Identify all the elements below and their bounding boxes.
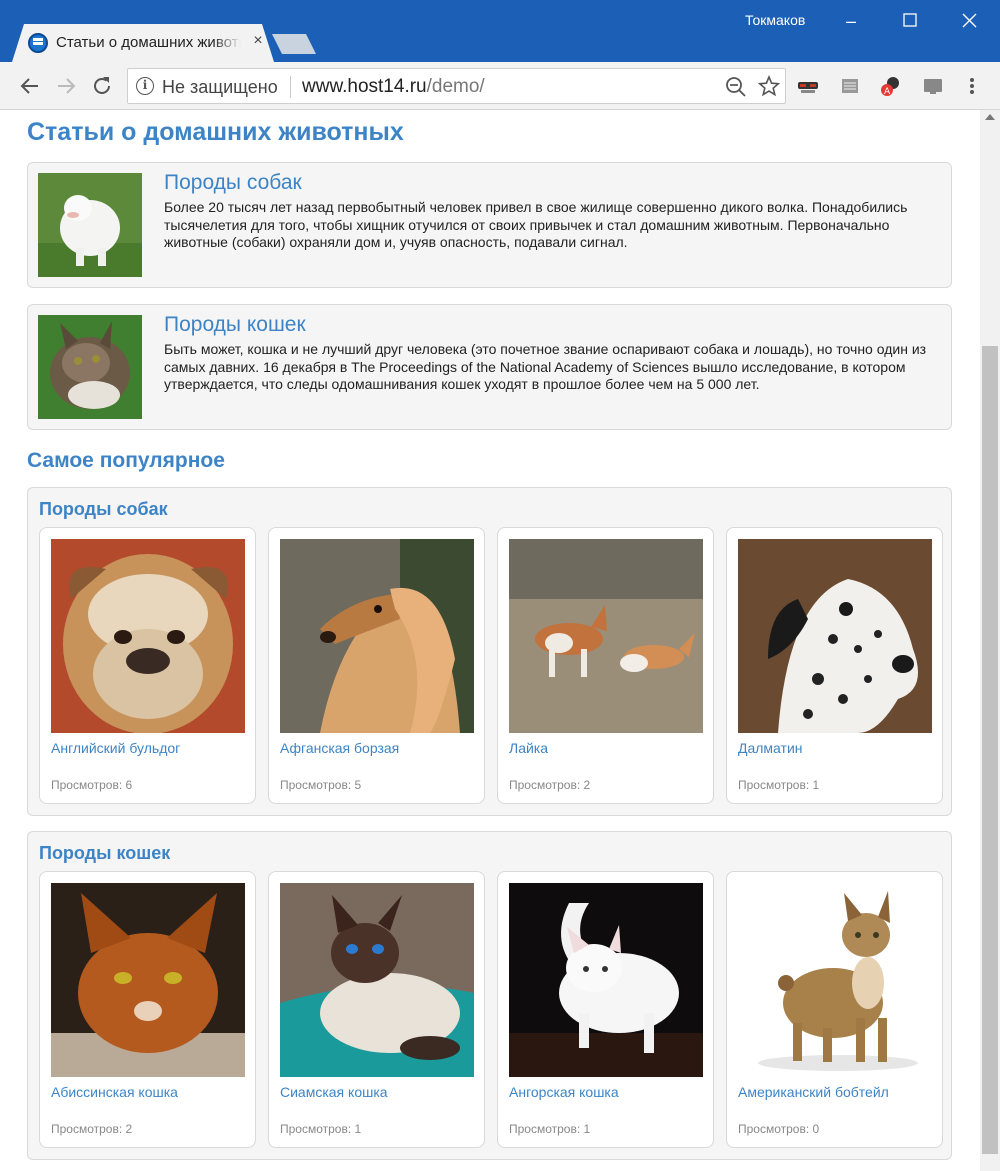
reload-icon[interactable] bbox=[88, 72, 116, 100]
security-label[interactable]: Не защищено bbox=[162, 77, 278, 98]
view-count: Просмотров: 2 bbox=[509, 778, 591, 792]
close-tab-icon[interactable]: × bbox=[250, 33, 266, 49]
group-title-cats: Породы кошек bbox=[39, 843, 171, 863]
view-count: Просмотров: 2 bbox=[51, 1122, 133, 1136]
popular-section-title: Самое популярное bbox=[27, 449, 225, 472]
close-window-icon[interactable] bbox=[955, 8, 985, 34]
scrollbar-thumb[interactable] bbox=[982, 346, 998, 1154]
english-bulldog-photo[interactable] bbox=[51, 539, 245, 733]
breed-name[interactable]: Абиссинская кошка bbox=[51, 1084, 178, 1100]
abyssinian-cat-photo[interactable] bbox=[51, 883, 245, 1077]
breed-name[interactable]: Ангорская кошка bbox=[509, 1084, 619, 1100]
breed-card[interactable]: Английский бульдог Просмотров: 6 bbox=[39, 527, 256, 804]
afghan-hound-photo[interactable] bbox=[280, 539, 474, 733]
svg-text:A: A bbox=[884, 87, 891, 97]
back-arrow-icon[interactable] bbox=[16, 72, 44, 100]
address-bar[interactable]: i Не защищено www.host14.ru/demo/ bbox=[127, 68, 786, 104]
menu-kebab-icon[interactable] bbox=[962, 76, 982, 96]
omnibox-divider bbox=[290, 76, 291, 98]
article-card: Породы собак Более 20 тысяч лет назад пе… bbox=[27, 162, 952, 288]
browser-toolbar: i Не защищено www.host14.ru/demo/ A bbox=[0, 62, 1000, 110]
zoom-out-icon[interactable] bbox=[725, 76, 747, 98]
maximize-icon[interactable] bbox=[895, 8, 925, 34]
dogs-article-image[interactable] bbox=[38, 173, 142, 277]
breed-card[interactable]: Ангорская кошка Просмотров: 1 bbox=[497, 871, 714, 1148]
group-title-dogs: Породы собак bbox=[39, 499, 168, 519]
view-count: Просмотров: 1 bbox=[509, 1122, 591, 1136]
article-text-cats: Быть может, кошка и не лучший друг челов… bbox=[164, 341, 927, 392]
article-card: Породы кошек Быть может, кошка и не лучш… bbox=[27, 304, 952, 430]
breed-name[interactable]: Афганская борзая bbox=[280, 740, 399, 756]
page-title: Статьи о домашних животных bbox=[27, 118, 404, 146]
breed-card[interactable]: Абиссинская кошка Просмотров: 2 bbox=[39, 871, 256, 1148]
breed-name[interactable]: Английский бульдог bbox=[51, 740, 180, 756]
angora-cat-photo[interactable] bbox=[509, 883, 703, 1077]
tab-title: Статьи о домашних животных bbox=[56, 34, 241, 51]
site-favicon-icon bbox=[28, 33, 48, 53]
breed-name[interactable]: Далматин bbox=[738, 740, 803, 756]
translate-extension-icon[interactable]: A bbox=[879, 76, 899, 97]
breed-card[interactable]: Сиамская кошка Просмотров: 1 bbox=[268, 871, 485, 1148]
page-viewport: Статьи о домашних животных Породы собак … bbox=[0, 110, 980, 1171]
url-text[interactable]: www.host14.ru/demo/ bbox=[302, 76, 485, 98]
bookmark-star-icon[interactable] bbox=[758, 75, 780, 97]
minimize-icon[interactable]: – bbox=[836, 8, 866, 34]
breed-name[interactable]: Сиамская кошка bbox=[280, 1084, 388, 1100]
breed-name[interactable]: Лайка bbox=[509, 740, 548, 756]
breed-card[interactable]: Лайка Просмотров: 2 bbox=[497, 527, 714, 804]
article-title-cats[interactable]: Породы кошек bbox=[164, 313, 306, 337]
view-count: Просмотров: 6 bbox=[51, 778, 133, 792]
info-icon[interactable]: i bbox=[136, 77, 154, 95]
view-count: Просмотров: 5 bbox=[280, 778, 362, 792]
article-text-dogs: Более 20 тысяч лет назад первобытный чел… bbox=[164, 199, 908, 250]
laika-photo[interactable] bbox=[509, 539, 703, 733]
breed-card[interactable]: Афганская борзая Просмотров: 5 bbox=[268, 527, 485, 804]
profile-name[interactable]: Токмаков bbox=[745, 12, 805, 28]
breed-name[interactable]: Американский бобтейл bbox=[738, 1084, 889, 1100]
vertical-scrollbar[interactable] bbox=[980, 110, 1000, 1171]
american-bobtail-photo[interactable] bbox=[738, 883, 932, 1077]
new-tab-button[interactable] bbox=[272, 34, 316, 54]
cats-article-image[interactable] bbox=[38, 315, 142, 419]
browser-titlebar: Статьи о домашних животных × Токмаков – bbox=[0, 0, 1000, 62]
reader-extension-icon[interactable] bbox=[840, 76, 860, 96]
view-count: Просмотров: 1 bbox=[280, 1122, 362, 1136]
incognito-mask-extension-icon[interactable] bbox=[797, 76, 818, 96]
popular-group-cats: Породы кошек Абиссинская кошка Просмотро… bbox=[27, 831, 952, 1160]
article-title-dogs[interactable]: Породы собак bbox=[164, 171, 302, 195]
cast-extension-icon[interactable] bbox=[922, 76, 942, 96]
scroll-up-arrow-icon[interactable] bbox=[985, 114, 995, 120]
view-count: Просмотров: 0 bbox=[738, 1122, 820, 1136]
forward-arrow-icon[interactable] bbox=[52, 72, 80, 100]
breed-card[interactable]: Далматин Просмотров: 1 bbox=[726, 527, 943, 804]
view-count: Просмотров: 1 bbox=[738, 778, 820, 792]
dalmatian-photo[interactable] bbox=[738, 539, 932, 733]
browser-tab[interactable]: Статьи о домашних животных × bbox=[12, 24, 274, 62]
siamese-cat-photo[interactable] bbox=[280, 883, 474, 1077]
breed-card[interactable]: Американский бобтейл Просмотров: 0 bbox=[726, 871, 943, 1148]
popular-group-dogs: Породы собак Английский бульдог Просмотр… bbox=[27, 487, 952, 816]
